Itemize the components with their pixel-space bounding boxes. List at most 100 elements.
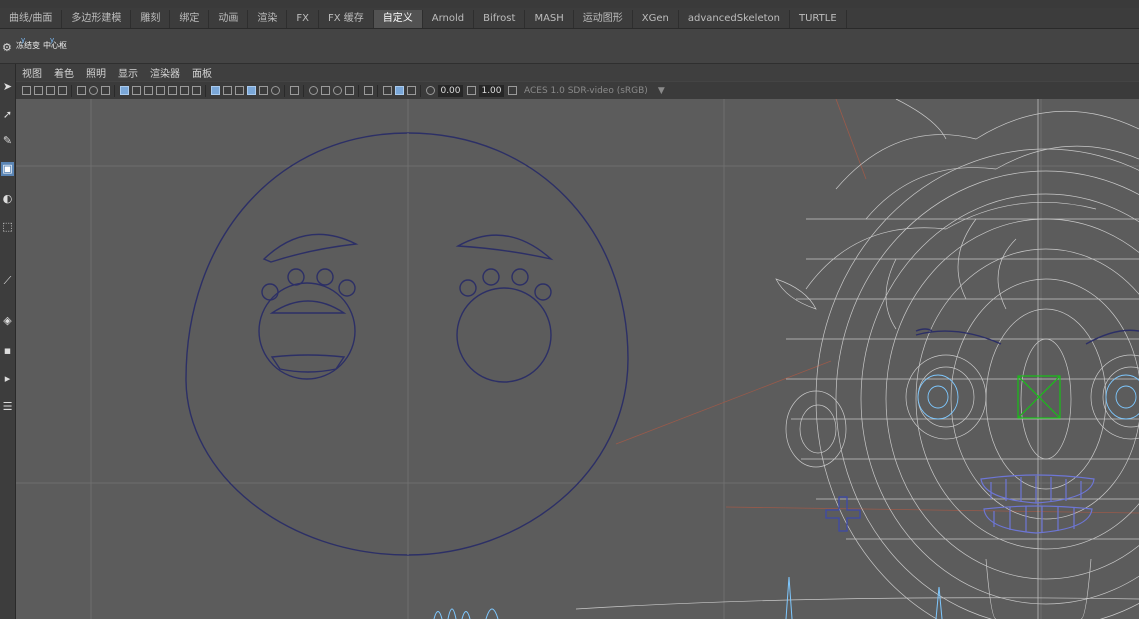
depth-of-field-icon[interactable] — [344, 86, 354, 95]
shelf-tab[interactable]: Arnold — [423, 10, 475, 28]
right-eye-ctrl — [456, 287, 552, 383]
exposure-icon[interactable] — [425, 86, 435, 95]
axis-lines — [615, 99, 1139, 514]
film-gate-icon[interactable] — [131, 86, 141, 95]
right-lash-ctrl-3 — [511, 268, 529, 286]
soft-mod-icon[interactable]: ⟋ — [1, 274, 14, 288]
image-plane-icon[interactable] — [57, 86, 67, 95]
layout-single-icon[interactable]: ▸ — [1, 372, 14, 386]
exposure-field[interactable]: 0.00 — [438, 84, 463, 97]
shelf-tab[interactable]: 渲染 — [248, 10, 288, 28]
isolate-select-icon[interactable] — [363, 86, 373, 95]
ambient-occlusion-icon[interactable] — [308, 86, 318, 95]
shelf-tab[interactable]: 运动图形 — [574, 10, 633, 28]
toolbar-separator — [114, 84, 115, 97]
xray-active-icon[interactable] — [394, 86, 404, 95]
menu-shading[interactable]: 着色 — [48, 65, 80, 80]
rotate-tool-icon[interactable]: ◐ — [1, 192, 14, 206]
grid-toggle-icon[interactable] — [119, 86, 129, 95]
shelf-tab[interactable]: TURTLE — [790, 10, 847, 28]
shelf-button-freeze-transform[interactable]: y 冻结变 — [15, 36, 41, 54]
shelf-button-label: 中心枢 — [43, 41, 67, 50]
shadows-icon[interactable] — [289, 86, 299, 95]
shelf-tabs: 曲线/曲面 多边形建模 雕刻 绑定 动画 渲染 FX FX 缓存 自定义 Arnold Bifros… — [0, 8, 1139, 29]
toolbar-separator — [420, 84, 421, 97]
right-brow-curve — [455, 234, 554, 261]
xray-joints-icon[interactable] — [406, 86, 416, 95]
gate-mask-icon[interactable] — [155, 86, 165, 95]
shelf-tab[interactable]: FX — [287, 10, 319, 28]
left-lash-ctrl-3 — [316, 268, 334, 286]
shelf-tab[interactable]: advancedSkeleton — [679, 10, 790, 28]
menu-lighting[interactable]: 照明 — [80, 65, 112, 80]
shelf-tab[interactable]: 自定义 — [373, 10, 423, 28]
layout-four-icon[interactable]: ☰ — [1, 400, 14, 414]
view-transform-value: ACES 1.0 SDR-video (sRGB) — [524, 85, 648, 96]
shelf-gear-icon[interactable]: ⚙ — [2, 41, 12, 54]
wireframe-on-shaded-icon[interactable] — [246, 86, 256, 95]
left-lash-ctrl-1 — [261, 283, 279, 301]
character-wireframe[interactable] — [575, 99, 1139, 619]
textured-icon[interactable] — [258, 86, 268, 95]
right-lash-ctrl-2 — [482, 268, 500, 286]
move-tool-icon[interactable]: ▣ — [1, 162, 14, 176]
left-brow-curve — [262, 233, 359, 263]
last-tool-icon[interactable]: ◈ — [1, 314, 14, 328]
scale-tool-icon[interactable]: ⬚ — [1, 220, 14, 234]
shelf-tab[interactable]: 雕刻 — [131, 10, 171, 28]
grease-pencil-icon[interactable] — [76, 86, 86, 95]
left-upper-lid-curve — [269, 300, 347, 314]
toolbar-separator — [71, 84, 72, 97]
field-chart-icon[interactable] — [167, 86, 177, 95]
menu-view[interactable]: 视图 — [16, 65, 48, 80]
menu-show[interactable]: 显示 — [112, 65, 144, 80]
select-arrow-icon[interactable]: ➤ — [1, 80, 14, 94]
paint-select-icon[interactable]: ✎ — [1, 134, 14, 148]
viewport-3d[interactable] — [16, 99, 1139, 619]
body-fragments — [433, 576, 943, 619]
menu-panels[interactable]: 面板 — [186, 65, 218, 80]
shelf-button-center-pivot[interactable]: y 中心枢 — [42, 36, 68, 54]
safe-title-icon[interactable] — [191, 86, 201, 95]
toolbar-separator — [358, 84, 359, 97]
xray-icon[interactable] — [382, 86, 392, 95]
shelf-tab[interactable]: FX 缓存 — [319, 10, 374, 28]
shelf-tab[interactable]: 绑定 — [170, 10, 210, 28]
chevron-down-icon: ▼ — [657, 85, 665, 96]
panel-menu-bar: 视图 着色 照明 显示 渲染器 面板 — [16, 64, 1139, 81]
gamma-icon[interactable] — [466, 86, 476, 95]
snap-icon[interactable]: ▪ — [1, 344, 14, 358]
shelf-tab[interactable]: MASH — [525, 10, 574, 28]
toolbox: ➤ ➚ ✎ ▣ ◐ ⬚ ⟋ ◈ ▪ ▸ ☰ — [0, 64, 16, 619]
shelf-tab[interactable]: 多边形建模 — [62, 10, 132, 28]
shelf-tab[interactable]: 动画 — [209, 10, 249, 28]
toolbar-separator — [377, 84, 378, 97]
view-transform-select[interactable]: ACES 1.0 SDR-video (sRGB) ▼ — [524, 86, 665, 96]
bookmark-icon[interactable] — [45, 86, 55, 95]
jaw-cross-controller[interactable] — [825, 496, 861, 532]
head-outline-curve — [185, 132, 629, 556]
lasso-select-icon[interactable]: ➚ — [1, 108, 14, 122]
safe-action-icon[interactable] — [179, 86, 189, 95]
color-management-icon[interactable] — [507, 86, 517, 95]
face-curve-rig[interactable] — [185, 132, 629, 556]
resolution-gate-icon[interactable] — [143, 86, 153, 95]
tool-2d-icon[interactable] — [100, 86, 110, 95]
shelf-tab[interactable]: XGen — [633, 10, 679, 28]
shelf-tab[interactable]: 曲线/曲面 — [0, 10, 63, 28]
smooth-shade-icon[interactable] — [222, 86, 232, 95]
camera-attributes-icon[interactable] — [33, 86, 43, 95]
camera-select-icon[interactable] — [21, 86, 31, 95]
wireframe-icon[interactable] — [210, 86, 220, 95]
default-material-icon[interactable] — [234, 86, 244, 95]
anti-alias-icon[interactable] — [332, 86, 342, 95]
gamma-field[interactable]: 1.00 — [479, 84, 504, 97]
grid-lines — [16, 99, 1139, 619]
shelf-tab[interactable]: Bifrost — [474, 10, 526, 28]
motion-blur-icon[interactable] — [320, 86, 330, 95]
menu-renderer[interactable]: 渲染器 — [144, 65, 186, 80]
nose-controller[interactable] — [1017, 375, 1061, 419]
pan-zoom-icon[interactable] — [88, 86, 98, 95]
viewport-canvas[interactable] — [16, 99, 1139, 619]
lighting-icon[interactable] — [270, 86, 280, 95]
